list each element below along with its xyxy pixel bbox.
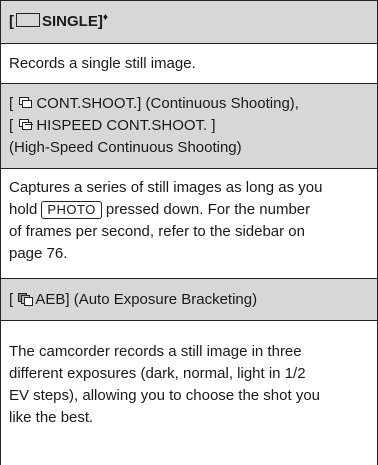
- single-description: Records a single still image.: [9, 55, 196, 72]
- continuous-shoot-icon: [19, 97, 33, 109]
- aeb-body-row: The camcorder records a still image in t…: [1, 320, 377, 465]
- single-header-row: [ SINGLE]♦: [1, 0, 377, 43]
- cont-line1: CONT.SHOOT.] (Continuous Shooting),: [36, 95, 299, 112]
- cont-body-line3: of frames per second, refer to the sideb…: [9, 223, 305, 240]
- single-label: SINGLE]: [42, 13, 103, 30]
- aeb-body-line1: The camcorder records a still image in t…: [9, 343, 302, 360]
- aeb-label: AEB] (Auto Exposure Bracketing): [35, 291, 258, 308]
- aeb-body-line4: like the best.: [9, 409, 94, 426]
- cont-body-line4: page 76.: [9, 245, 68, 262]
- aeb-header-row: [ AEB] (Auto Exposure Bracketing): [1, 278, 377, 320]
- cont-line3: (High-Speed Continuous Shooting): [9, 139, 242, 156]
- cont-body-line2: pressed down. For the number: [105, 201, 311, 218]
- single-frame-icon: [16, 13, 40, 27]
- cont-body-row: Captures a series of still images as lon…: [1, 168, 377, 278]
- hispeed-continuous-icon: [19, 119, 34, 131]
- single-body-row: Records a single still image.: [1, 43, 377, 83]
- photo-key: PHOTO: [41, 201, 102, 219]
- cont-body-hold: hold: [9, 201, 38, 218]
- cont-body-line1: Captures a series of still images as lon…: [9, 179, 323, 196]
- single-mark: ♦: [102, 12, 108, 23]
- aeb-body-line2: different exposures (dark, normal, light…: [9, 365, 306, 382]
- cont-header-row: [ CONT.SHOOT.] (Continuous Shooting), [ …: [1, 83, 377, 168]
- feature-table: [SINGLE]♦ Records a single still image. …: [0, 0, 378, 465]
- aeb-body-line3: EV steps), allowing you to choose the sh…: [9, 387, 321, 404]
- cont-line2: HISPEED CONT.SHOOT. ]: [36, 117, 216, 134]
- bracket-open: [: [9, 13, 14, 30]
- auto-exposure-bracketing-icon: [18, 293, 34, 306]
